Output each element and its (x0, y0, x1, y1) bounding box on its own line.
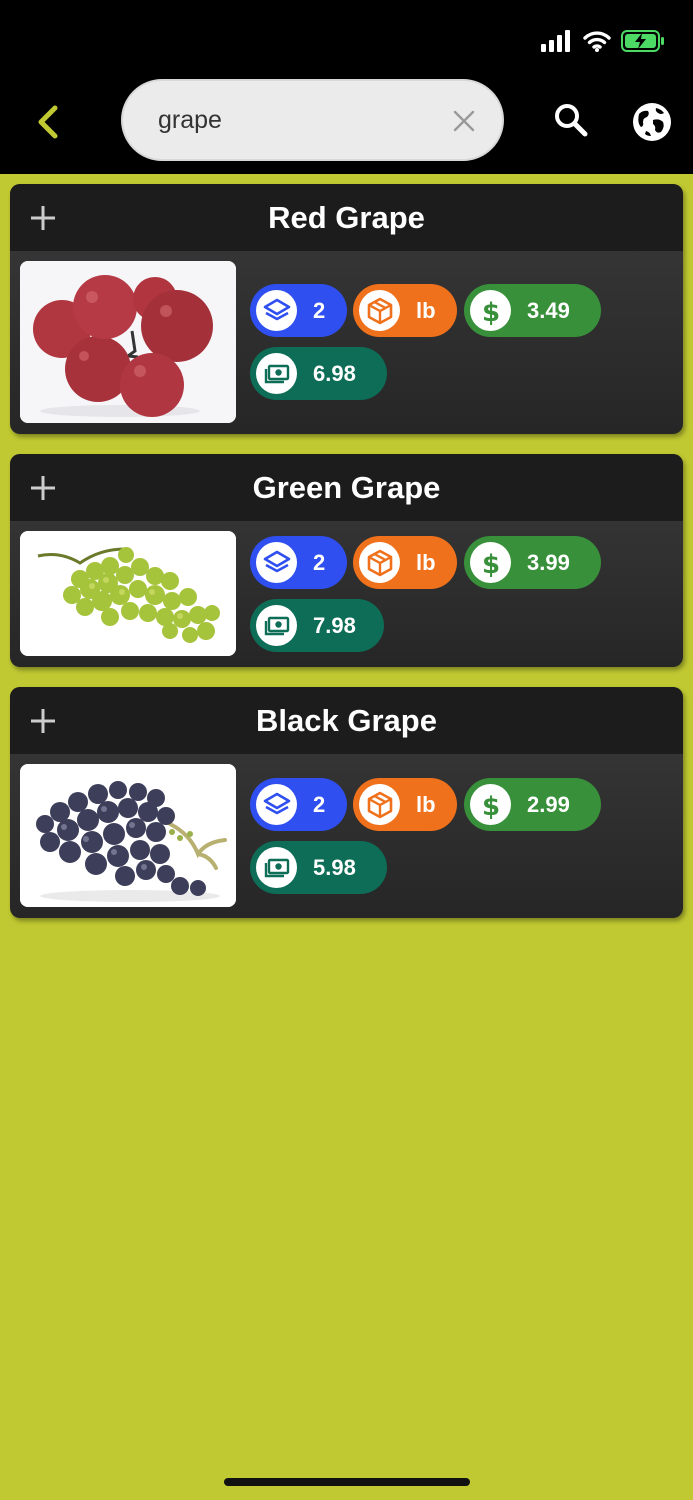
search-input[interactable] (158, 105, 428, 135)
price-value: 3.49 (527, 297, 570, 323)
card-header: Black Grape (10, 687, 683, 754)
search-bar (121, 79, 504, 161)
green-grape-image (20, 531, 236, 656)
total-badge[interactable]: 7.98 (250, 599, 384, 652)
quantity-badge[interactable]: 2 (250, 778, 347, 831)
quantity-value: 2 (313, 297, 326, 323)
unit-value: lb (416, 549, 436, 575)
total-value: 5.98 (313, 854, 356, 880)
chevron-left-icon (38, 105, 58, 139)
grocery-item-card: Black Grape 2 lb $ 2.99 5.98 (10, 687, 683, 918)
back-button[interactable] (30, 100, 66, 144)
layers-icon (256, 290, 297, 331)
unit-badge[interactable]: lb (353, 778, 457, 831)
layers-icon (256, 542, 297, 583)
black-grape-image (20, 764, 236, 907)
quantity-value: 2 (313, 549, 326, 575)
svg-text:$: $ (481, 298, 499, 326)
money-bill-icon (256, 605, 297, 646)
total-badge[interactable]: 5.98 (250, 841, 387, 894)
layers-icon (256, 784, 297, 825)
total-value: 6.98 (313, 360, 356, 386)
unit-badge[interactable]: lb (353, 284, 457, 337)
unit-badge[interactable]: lb (353, 536, 457, 589)
box-icon (359, 542, 400, 583)
dollar-icon: $ (470, 290, 511, 331)
box-icon (359, 290, 400, 331)
grocery-item-card: Green Grape 2 lb $ 3.99 7.98 (10, 454, 683, 667)
wifi-icon (583, 31, 611, 52)
box-icon (359, 784, 400, 825)
quantity-badge[interactable]: 2 (250, 284, 347, 337)
item-name: Black Grape (256, 702, 437, 738)
grocery-item-card: Red Grape 2 lb $ 3.49 6.98 (10, 184, 683, 434)
card-header: Green Grape (10, 454, 683, 521)
total-badge[interactable]: 6.98 (250, 347, 387, 400)
money-bill-icon (256, 847, 297, 888)
clear-search-icon[interactable] (452, 109, 476, 133)
add-icon[interactable] (30, 708, 56, 734)
top-bar (0, 0, 693, 174)
money-bill-icon (256, 353, 297, 394)
cellular-signal-icon (541, 30, 570, 52)
search-icon[interactable] (553, 102, 589, 138)
card-header: Red Grape (10, 184, 683, 251)
price-badge[interactable]: $ 3.49 (464, 284, 601, 337)
status-bar (541, 30, 665, 52)
home-indicator[interactable] (224, 1478, 470, 1486)
svg-text:$: $ (481, 792, 499, 820)
unit-value: lb (416, 297, 436, 323)
price-badge[interactable]: $ 3.99 (464, 536, 601, 589)
add-icon[interactable] (30, 205, 56, 231)
unit-value: lb (416, 791, 436, 817)
svg-text:$: $ (481, 550, 499, 578)
dollar-icon: $ (470, 542, 511, 583)
price-value: 3.99 (527, 549, 570, 575)
price-value: 2.99 (527, 791, 570, 817)
dollar-icon: $ (470, 784, 511, 825)
quantity-badge[interactable]: 2 (250, 536, 347, 589)
red-grape-image (20, 261, 236, 423)
item-name: Red Grape (268, 199, 425, 235)
price-badge[interactable]: $ 2.99 (464, 778, 601, 831)
total-value: 7.98 (313, 612, 356, 638)
add-icon[interactable] (30, 475, 56, 501)
quantity-value: 2 (313, 791, 326, 817)
globe-icon[interactable] (631, 101, 673, 143)
battery-charging-icon (621, 30, 664, 52)
item-name: Green Grape (252, 469, 441, 505)
